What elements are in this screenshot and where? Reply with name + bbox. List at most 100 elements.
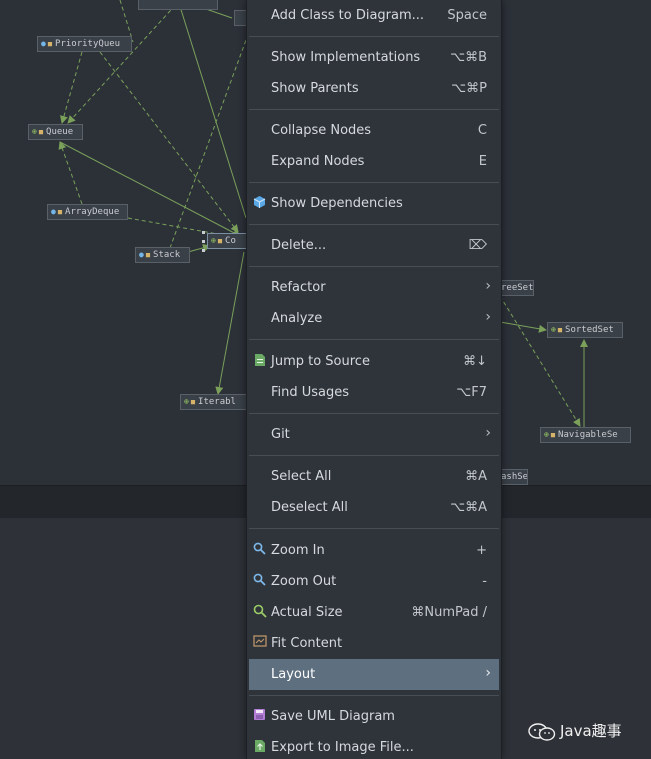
menu-item-analyze[interactable]: Analyze › [249, 303, 499, 334]
edge [169, 39, 247, 249]
menu-separator [249, 109, 499, 110]
menu-item-actual-size[interactable]: Actual Size ⌘NumPad / [249, 597, 499, 628]
menu-item-label: Layout [271, 667, 316, 682]
menu-item-label: Collapse Nodes [271, 123, 372, 138]
menu-item-add-class[interactable]: Add Class to Diagram... Space [249, 0, 499, 31]
menu-item-shortcut: ⌥⌘P [451, 81, 487, 96]
menu-item-shortcut: ⌘NumPad / [411, 605, 487, 620]
interface-icon: ⊕ [211, 236, 216, 245]
cube-icon [252, 195, 267, 211]
menu-separator [249, 182, 499, 183]
actual-size-icon [252, 604, 267, 620]
node-label: ashSe [501, 472, 528, 482]
menu-item-label: Zoom In [271, 543, 325, 558]
node-sorted-set[interactable]: ⊕ ■ SortedSet [547, 322, 623, 338]
menu-item-shortcut: C [477, 123, 487, 138]
menu-item-show-dependencies[interactable]: Show Dependencies [249, 188, 499, 219]
node-label: SortedSet [565, 325, 614, 335]
menu-separator [249, 224, 499, 225]
node-label: ArrayDeque [65, 207, 120, 217]
menu-separator [249, 413, 499, 414]
node-label: Iterabl [198, 397, 236, 407]
watermark: Java趣事 [528, 720, 622, 742]
source-file-icon [252, 353, 267, 369]
node-label: Queue [46, 127, 74, 137]
lock-icon: ■ [57, 208, 63, 216]
menu-item-expand-nodes[interactable]: Expand Nodes E [249, 146, 499, 177]
edge [60, 51, 83, 124]
node-navigable-set[interactable]: ⊕ ■ NavigableSe [540, 427, 631, 443]
menu-item-save-uml[interactable]: Save UML Diagram [249, 701, 499, 732]
menu-item-deselect-all[interactable]: Deselect All ⌥⌘A [249, 492, 499, 523]
menu-separator [249, 528, 499, 529]
menu-separator [249, 455, 499, 456]
node-collection[interactable]: ⊕ ■ Co [207, 233, 247, 249]
node-queue[interactable]: ⊕ ■ Queue [28, 124, 83, 140]
menu-item-select-all[interactable]: Select All ⌘A [249, 461, 499, 492]
node-priority-queue[interactable]: ● ■ PriorityQueu [37, 36, 132, 52]
diagram-node[interactable] [138, 0, 218, 10]
menu-item-delete[interactable]: Delete... ⌦ [249, 230, 499, 261]
menu-item-find-usages[interactable]: Find Usages ⌥F7 [249, 377, 499, 408]
menu-item-label: Delete... [271, 238, 327, 253]
menu-item-label: Expand Nodes [271, 154, 365, 169]
menu-item-zoom-out[interactable]: Zoom Out - [249, 566, 499, 597]
menu-separator [249, 36, 499, 37]
menu-item-shortcut: ⌘A [465, 469, 487, 484]
menu-item-label: Add Class to Diagram... [271, 8, 425, 23]
wechat-icon [528, 722, 556, 742]
menu-item-collapse-nodes[interactable]: Collapse Nodes C [249, 115, 499, 146]
menu-item-label: Jump to Source [271, 354, 370, 369]
edge [499, 295, 581, 427]
zoom-in-icon [252, 542, 267, 558]
menu-item-label: Save UML Diagram [271, 709, 395, 724]
fit-content-icon [252, 635, 267, 651]
node-label: Co [225, 236, 236, 246]
menu-item-label: Git [271, 427, 290, 442]
menu-item-shortcut: ⌘↓ [463, 354, 487, 369]
menu-item-zoom-in[interactable]: Zoom In + [249, 535, 499, 566]
menu-item-label: Export to Image File... [271, 740, 414, 755]
lock-icon: ■ [550, 431, 556, 439]
menu-item-layout[interactable]: Layout › [249, 659, 499, 690]
node-label: Stack [153, 250, 181, 260]
menu-item-label: Fit Content [271, 636, 343, 651]
interface-icon: ⊕ [32, 127, 37, 136]
menu-item-shortcut: ⌥F7 [456, 385, 487, 400]
save-icon [252, 708, 267, 724]
chevron-right-icon: › [485, 309, 491, 325]
node-iterable[interactable]: ⊕ ■ Iterabl [180, 394, 247, 410]
menu-item-label: Refactor [271, 280, 326, 295]
menu-item-shortcut: + [476, 543, 487, 558]
node-label: PriorityQueu [55, 39, 121, 49]
menu-item-shortcut: Space [447, 8, 487, 23]
interface-icon: ⊕ [551, 325, 556, 334]
context-menu: Add Class to Diagram... Space Show Imple… [246, 0, 502, 759]
interface-icon: ⊕ [544, 430, 549, 439]
menu-item-refactor[interactable]: Refactor › [249, 272, 499, 303]
chevron-right-icon: › [485, 665, 491, 681]
menu-item-fit-content[interactable]: Fit Content [249, 628, 499, 659]
menu-item-show-implementations[interactable]: Show Implementations ⌥⌘B [249, 42, 499, 73]
menu-item-label: Show Parents [271, 81, 359, 96]
menu-separator [249, 695, 499, 696]
interface-icon: ⊕ [184, 397, 189, 406]
menu-item-label: Actual Size [271, 605, 343, 620]
edge [67, 0, 181, 124]
menu-item-shortcut: - [482, 574, 487, 589]
watermark-text: Java趣事 [560, 722, 622, 740]
class-icon: ● [51, 207, 56, 216]
menu-item-label: Analyze [271, 311, 323, 326]
node-stack[interactable]: ● ■ Stack [135, 247, 190, 263]
node-array-deque[interactable]: ● ■ ArrayDeque [47, 204, 128, 220]
menu-item-export-image[interactable]: Export to Image File... [249, 732, 499, 759]
lock-icon: ■ [557, 326, 563, 334]
class-icon: ● [41, 39, 46, 48]
menu-separator [249, 339, 499, 340]
menu-item-shortcut: E [478, 154, 487, 169]
menu-item-jump-to-source[interactable]: Jump to Source ⌘↓ [249, 346, 499, 377]
menu-item-label: Find Usages [271, 385, 350, 400]
menu-item-show-parents[interactable]: Show Parents ⌥⌘P [249, 73, 499, 104]
menu-item-git[interactable]: Git › [249, 419, 499, 450]
menu-item-label: Zoom Out [271, 574, 337, 589]
